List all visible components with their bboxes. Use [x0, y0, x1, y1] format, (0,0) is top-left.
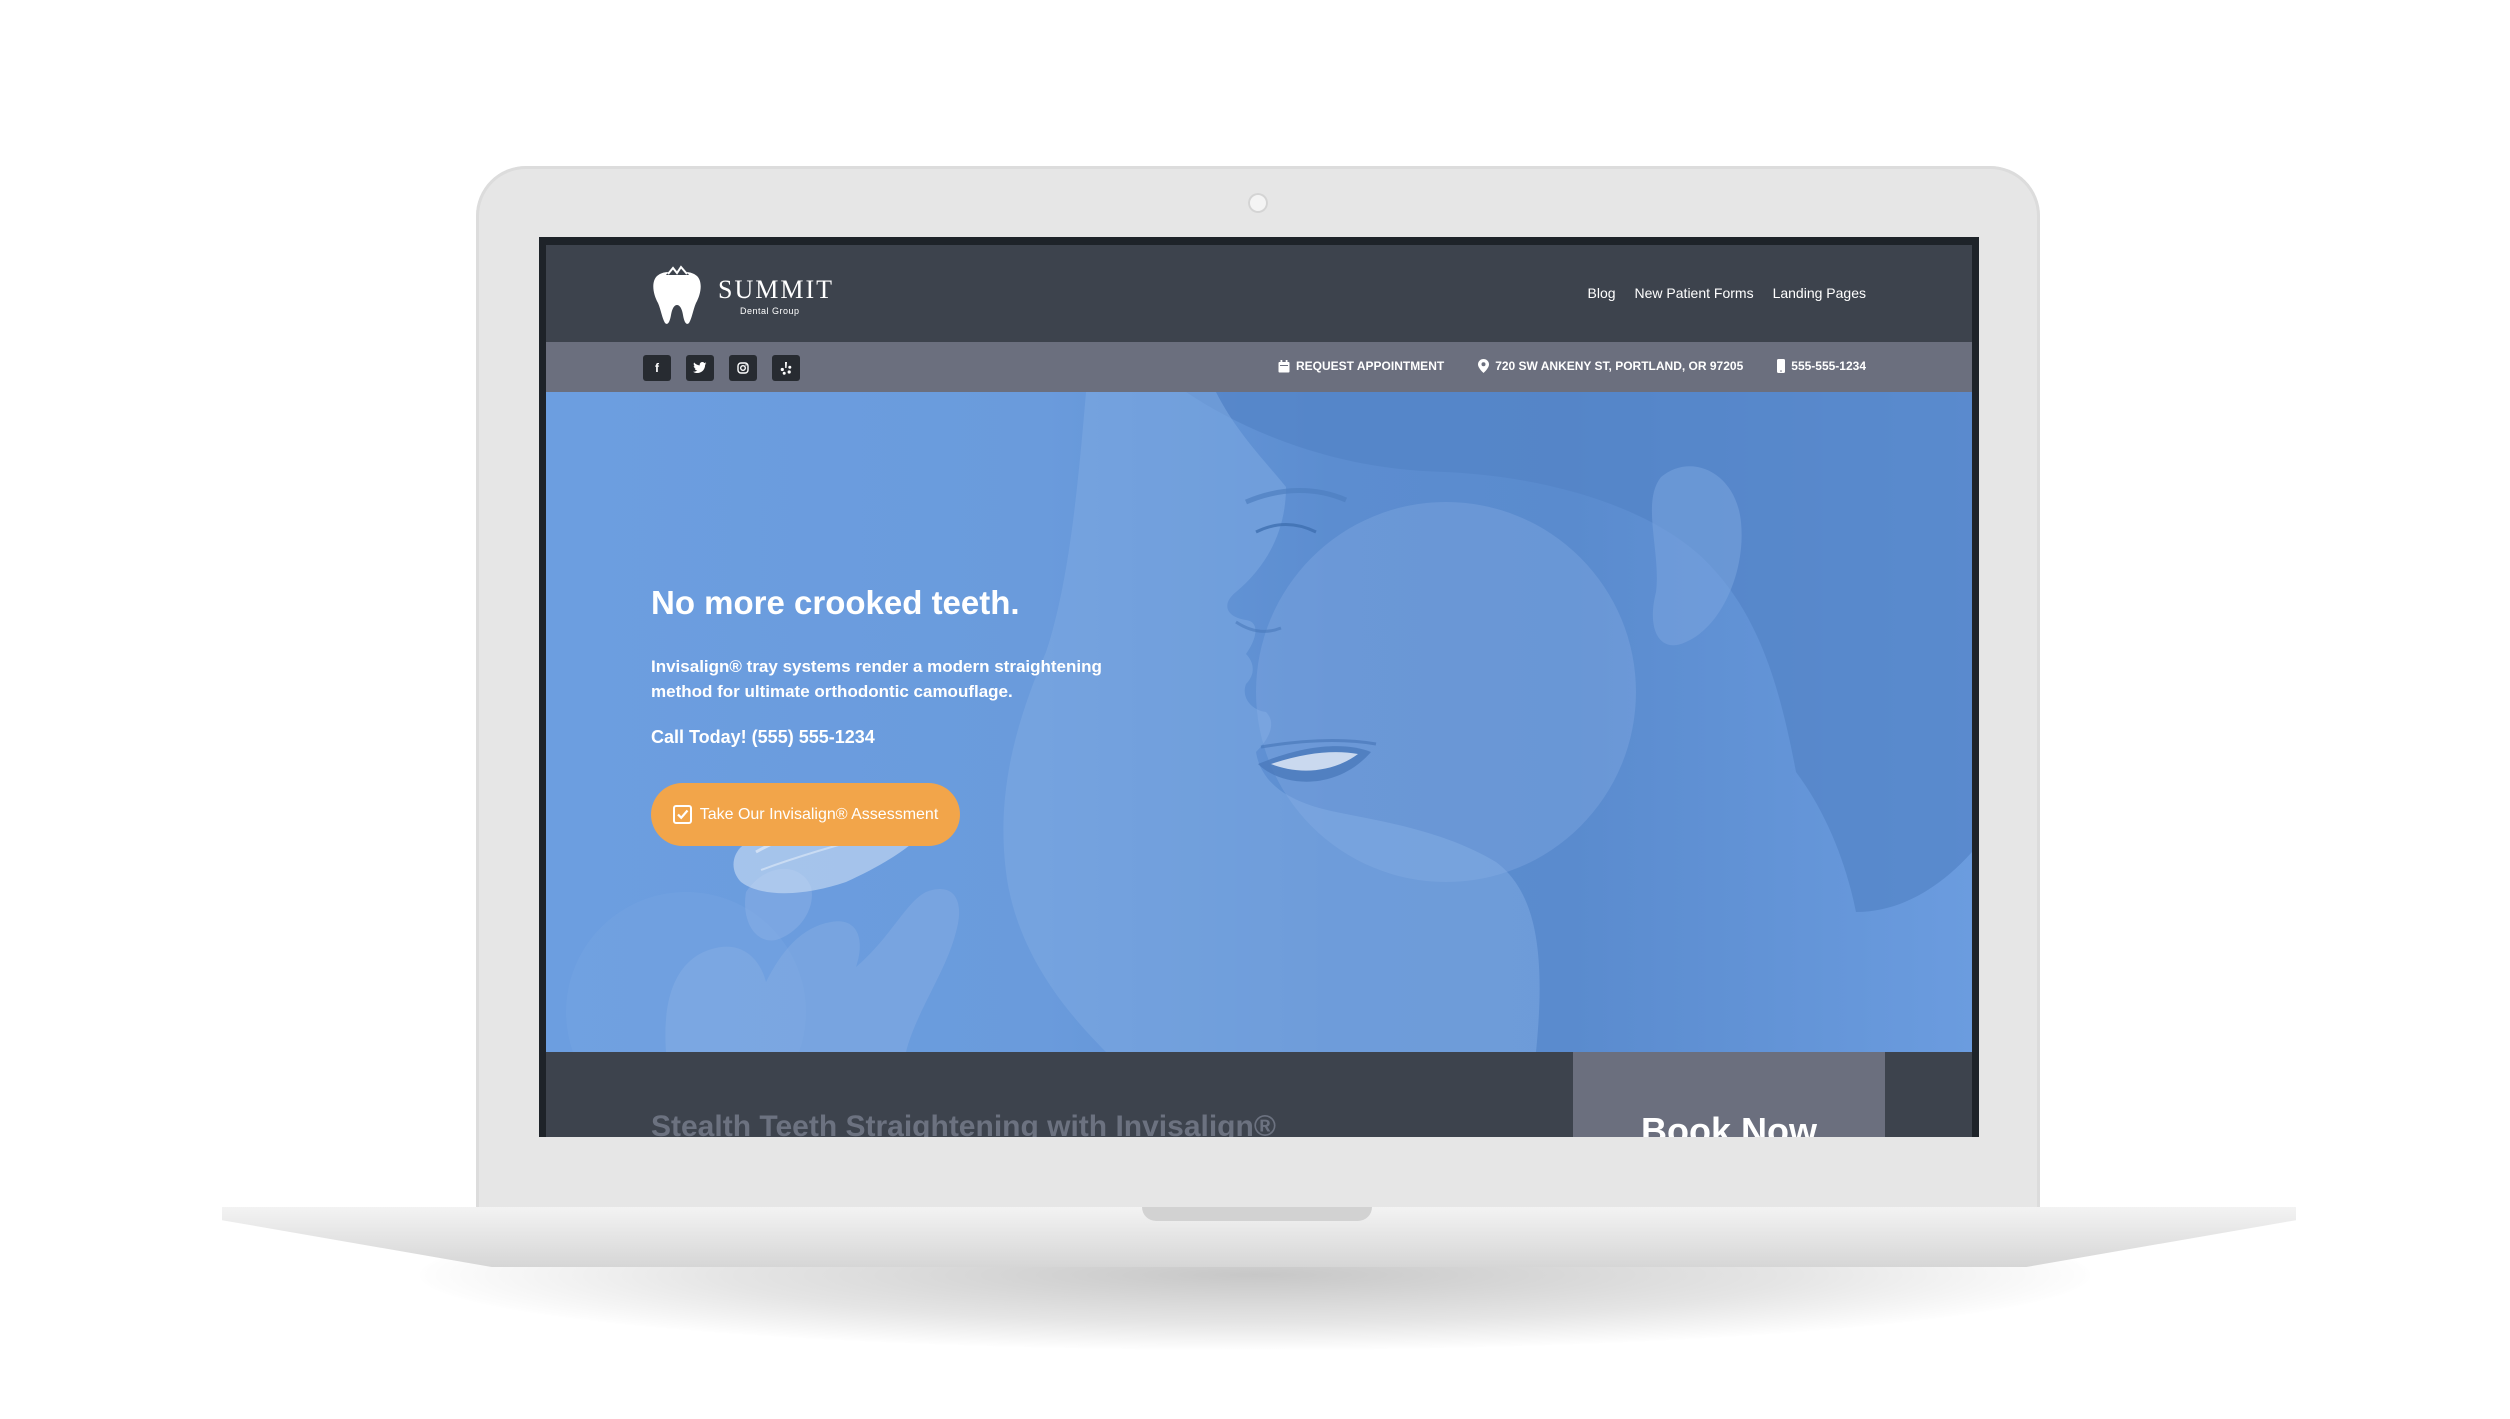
hero-section: No more crooked teeth. Invisalign® tray …	[546, 392, 1972, 1052]
book-now-button[interactable]: Book Now	[1573, 1052, 1885, 1137]
phone-link[interactable]: 555-555-1234	[1777, 359, 1866, 373]
yelp-icon[interactable]	[772, 355, 800, 381]
hero-title: No more crooked teeth.	[651, 584, 1020, 621]
tooth-mountain-icon	[653, 265, 701, 324]
assessment-button-label: Take Our Invisalign® Assessment	[699, 805, 939, 823]
social-links: f	[643, 355, 800, 381]
address-label: 720 SW ANKENY ST, PORTLAND, OR 97205	[1495, 359, 1744, 373]
website: SUMMIT Dental Group Blog New Patient For…	[546, 245, 1972, 1137]
hero-photo-woman-with-aligner	[566, 392, 1972, 1052]
calendar-icon	[1278, 359, 1290, 372]
nav-link-landing-pages[interactable]: Landing Pages	[1773, 285, 1866, 301]
hero-description: Invisalign® tray systems render a modern…	[651, 657, 1102, 701]
instagram-icon[interactable]	[729, 355, 757, 381]
phone-label: 555-555-1234	[1791, 359, 1866, 373]
twitter-icon[interactable]	[686, 355, 714, 381]
main-nav: Blog New Patient Forms Landing Pages	[1588, 285, 1867, 301]
laptop-notch	[1142, 1207, 1372, 1221]
book-now-label: Book Now	[1641, 1110, 1817, 1137]
map-pin-icon	[1478, 359, 1490, 373]
utility-bar: f REQUEST APPOINTMENT 720 SW ANKENY ST, …	[546, 342, 1972, 392]
hero-call-today[interactable]: Call Today! (555) 555-1234	[651, 727, 875, 748]
nav-link-blog[interactable]: Blog	[1588, 285, 1616, 301]
facebook-icon[interactable]: f	[643, 355, 671, 381]
brand-name: SUMMIT	[718, 275, 835, 304]
checkbox-icon	[672, 805, 692, 824]
laptop-screen: SUMMIT Dental Group Blog New Patient For…	[539, 237, 1979, 1137]
brand-tagline: Dental Group	[740, 306, 800, 316]
site-header: SUMMIT Dental Group Blog New Patient For…	[546, 245, 1972, 342]
section-title: Stealth Teeth Straightening with Invisal…	[651, 1110, 1276, 1137]
address-link[interactable]: 720 SW ANKENY ST, PORTLAND, OR 97205	[1478, 359, 1743, 373]
laptop-camera	[1248, 193, 1268, 213]
invisalign-assessment-button[interactable]: Take Our Invisalign® Assessment	[651, 783, 960, 846]
mobile-phone-icon	[1777, 359, 1786, 373]
nav-link-new-patient-forms[interactable]: New Patient Forms	[1635, 285, 1754, 301]
request-appointment-label: REQUEST APPOINTMENT	[1295, 359, 1445, 373]
request-appointment-link[interactable]: REQUEST APPOINTMENT	[1278, 359, 1444, 373]
content-section: Stealth Teeth Straightening with Invisal…	[546, 1052, 1972, 1137]
contact-links: REQUEST APPOINTMENT 720 SW ANKENY ST, PO…	[1278, 359, 1866, 373]
